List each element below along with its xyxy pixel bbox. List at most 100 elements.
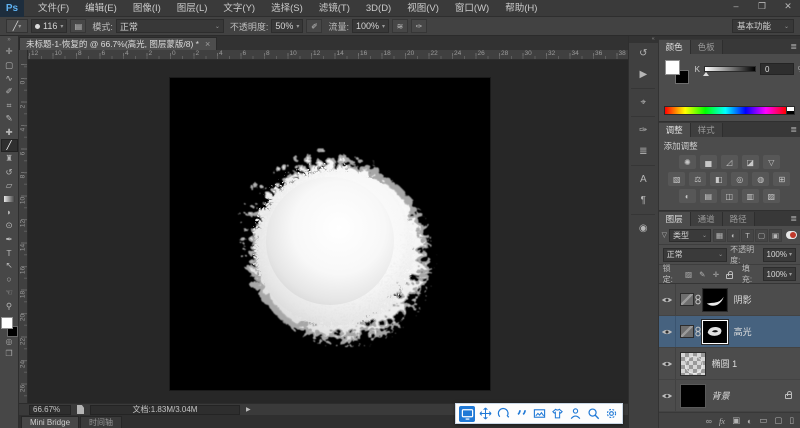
filter-shape-layers-icon[interactable]: ▢ xyxy=(755,229,768,242)
layer-filter-select[interactable]: 类型 ⌄ xyxy=(669,229,711,242)
menu-item-7[interactable]: 3D(D) xyxy=(358,0,399,17)
selective-color-icon[interactable]: ▨ xyxy=(763,189,780,203)
curves-icon[interactable]: ◿ xyxy=(721,155,738,169)
new-adjustment-icon[interactable]: ◐ xyxy=(747,416,752,426)
info-panel-icon[interactable]: ◉ xyxy=(631,218,655,239)
adjustments-tab-0[interactable]: 调整 xyxy=(659,123,691,137)
flow-select[interactable]: 100% ▾ xyxy=(352,19,389,33)
close-document-icon[interactable]: × xyxy=(205,39,210,49)
layer-thumbnail[interactable] xyxy=(680,325,694,338)
levels-icon[interactable]: ▅ xyxy=(700,155,717,169)
toggle-brush-panel-button[interactable]: ▤ xyxy=(70,19,86,33)
layer-opacity-select[interactable]: 100% ▾ xyxy=(763,248,796,262)
foreground-color-swatch[interactable] xyxy=(1,317,13,329)
menu-item-4[interactable]: 文字(Y) xyxy=(215,0,263,17)
layer-row-3[interactable]: 背景 xyxy=(659,380,800,412)
menu-item-2[interactable]: 图像(I) xyxy=(125,0,169,17)
color-tab-0[interactable]: 颜色 xyxy=(659,40,691,54)
capture-shirt-icon[interactable] xyxy=(549,406,565,422)
layer-thumbnail[interactable] xyxy=(680,352,706,376)
shape-tool[interactable]: ○ xyxy=(1,273,18,286)
exposure-icon[interactable]: ◪ xyxy=(742,155,759,169)
toolbar-collapse-icon[interactable]: » xyxy=(7,36,10,45)
move-tool[interactable]: ✛ xyxy=(1,45,18,58)
hand-tool[interactable]: ☜ xyxy=(1,286,18,299)
color-spectrum-ramp[interactable] xyxy=(664,106,787,115)
menu-item-1[interactable]: 编辑(E) xyxy=(77,0,125,17)
filter-smart-objects-icon[interactable]: ▣ xyxy=(769,229,782,242)
color-tab-1[interactable]: 色板 xyxy=(691,40,723,54)
canvas[interactable] xyxy=(170,78,490,390)
eraser-tool[interactable]: ▱ xyxy=(1,179,18,192)
document-tab[interactable]: 未标题-1-恢复的 @ 66.7%(高光, 图层蒙版/8) * × xyxy=(19,37,217,50)
pressure-opacity-icon[interactable]: ✐ xyxy=(306,19,322,33)
add-mask-icon[interactable]: ▣ xyxy=(732,415,740,426)
menu-item-0[interactable]: 文件(F) xyxy=(30,0,77,17)
filter-pixel-layers-icon[interactable]: ▦ xyxy=(713,229,726,242)
crop-tool[interactable]: ⌗ xyxy=(1,99,18,112)
layer-visibility-eye-icon[interactable] xyxy=(659,284,676,315)
new-group-icon[interactable]: ▭ xyxy=(759,415,767,426)
airbrush-icon[interactable]: ≋ xyxy=(392,19,408,33)
capture-magnifier-icon[interactable] xyxy=(585,406,601,422)
filter-adjustment-layers-icon[interactable]: ◐ xyxy=(727,229,740,242)
zoom-tool[interactable]: ⚲ xyxy=(1,299,18,312)
layer-thumbnail[interactable] xyxy=(680,293,694,306)
layer-row-1[interactable]: 高光 xyxy=(659,316,800,348)
layers-tab-2[interactable]: 路径 xyxy=(723,212,755,226)
close-button[interactable]: ✕ xyxy=(780,1,796,12)
lock-pixels-icon[interactable]: ✎ xyxy=(697,268,708,280)
bottom-tab-1[interactable]: 时间轴 xyxy=(80,416,122,428)
history-panel-icon[interactable]: ↺ xyxy=(631,43,655,64)
layers-tab-0[interactable]: 图层 xyxy=(659,212,691,226)
capture-annotate-icon[interactable] xyxy=(513,406,529,422)
menu-item-9[interactable]: 窗口(W) xyxy=(447,0,497,17)
layer-mask-thumbnail[interactable] xyxy=(702,288,728,312)
delete-layer-icon[interactable]: ▯ xyxy=(789,415,794,426)
threshold-icon[interactable]: ◫ xyxy=(721,189,738,203)
layer-style-icon[interactable]: fx xyxy=(719,416,725,426)
type-tool[interactable]: T xyxy=(1,246,18,259)
marquee-tool[interactable]: ▢ xyxy=(1,58,18,71)
history-brush-tool[interactable]: ↺ xyxy=(1,166,18,179)
layer-visibility-eye-icon[interactable] xyxy=(659,316,676,347)
status-flyout-icon[interactable]: ▶ xyxy=(246,406,251,413)
layer-row-0[interactable]: 阴影 xyxy=(659,284,800,316)
opacity-select[interactable]: 50% ▾ xyxy=(271,19,303,33)
actions-panel-icon[interactable]: ▶ xyxy=(631,64,655,85)
color-lookup-icon[interactable]: ⊞ xyxy=(773,172,790,186)
capture-rotate-icon[interactable] xyxy=(495,406,511,422)
menu-item-3[interactable]: 图层(L) xyxy=(169,0,216,17)
pen-tool[interactable]: ✒ xyxy=(1,232,18,245)
k-value-field[interactable]: 0 xyxy=(760,63,794,75)
lasso-tool[interactable]: ∿ xyxy=(1,72,18,85)
menu-item-10[interactable]: 帮助(H) xyxy=(497,0,545,17)
slider-marker[interactable] xyxy=(703,72,709,76)
k-channel-slider[interactable] xyxy=(704,66,756,72)
path-selection-tool[interactable]: ↖ xyxy=(1,259,18,272)
pressure-size-icon[interactable]: ✑ xyxy=(411,19,427,33)
layer-blend-mode-select[interactable]: 正常 ⌄ xyxy=(663,248,728,262)
minimize-button[interactable]: – xyxy=(728,1,744,12)
clone-source-panel-icon[interactable]: ⌖ xyxy=(631,92,655,113)
menu-item-6[interactable]: 滤镜(T) xyxy=(311,0,358,17)
clone-stamp-tool[interactable]: ♜ xyxy=(1,152,18,165)
black-white-icon[interactable]: ◧ xyxy=(710,172,727,186)
paragraph-panel-icon[interactable]: ¶ xyxy=(631,190,655,211)
posterize-icon[interactable]: ▤ xyxy=(700,189,717,203)
quick-selection-tool[interactable]: ✐ xyxy=(1,85,18,98)
gradient-tool[interactable] xyxy=(1,192,18,205)
layer-fill-select[interactable]: 100% ▾ xyxy=(763,267,796,281)
mask-link-icon[interactable] xyxy=(695,326,701,337)
dodge-tool[interactable]: ⊙ xyxy=(1,219,18,232)
brush-size-picker[interactable]: 116 ▾ xyxy=(31,19,67,33)
healing-brush-tool[interactable]: ✚ xyxy=(1,125,18,138)
pasteboard[interactable] xyxy=(28,60,628,403)
channel-mixer-icon[interactable]: ◍ xyxy=(752,172,769,186)
capture-record-icon[interactable] xyxy=(459,406,475,422)
lock-position-icon[interactable]: ✛ xyxy=(711,268,722,280)
color-balance-icon[interactable]: ⚖ xyxy=(689,172,706,186)
menu-item-8[interactable]: 视图(V) xyxy=(399,0,447,17)
invert-icon[interactable]: ◐ xyxy=(679,189,696,203)
panel-menu-icon[interactable]: ≣ xyxy=(790,214,797,223)
